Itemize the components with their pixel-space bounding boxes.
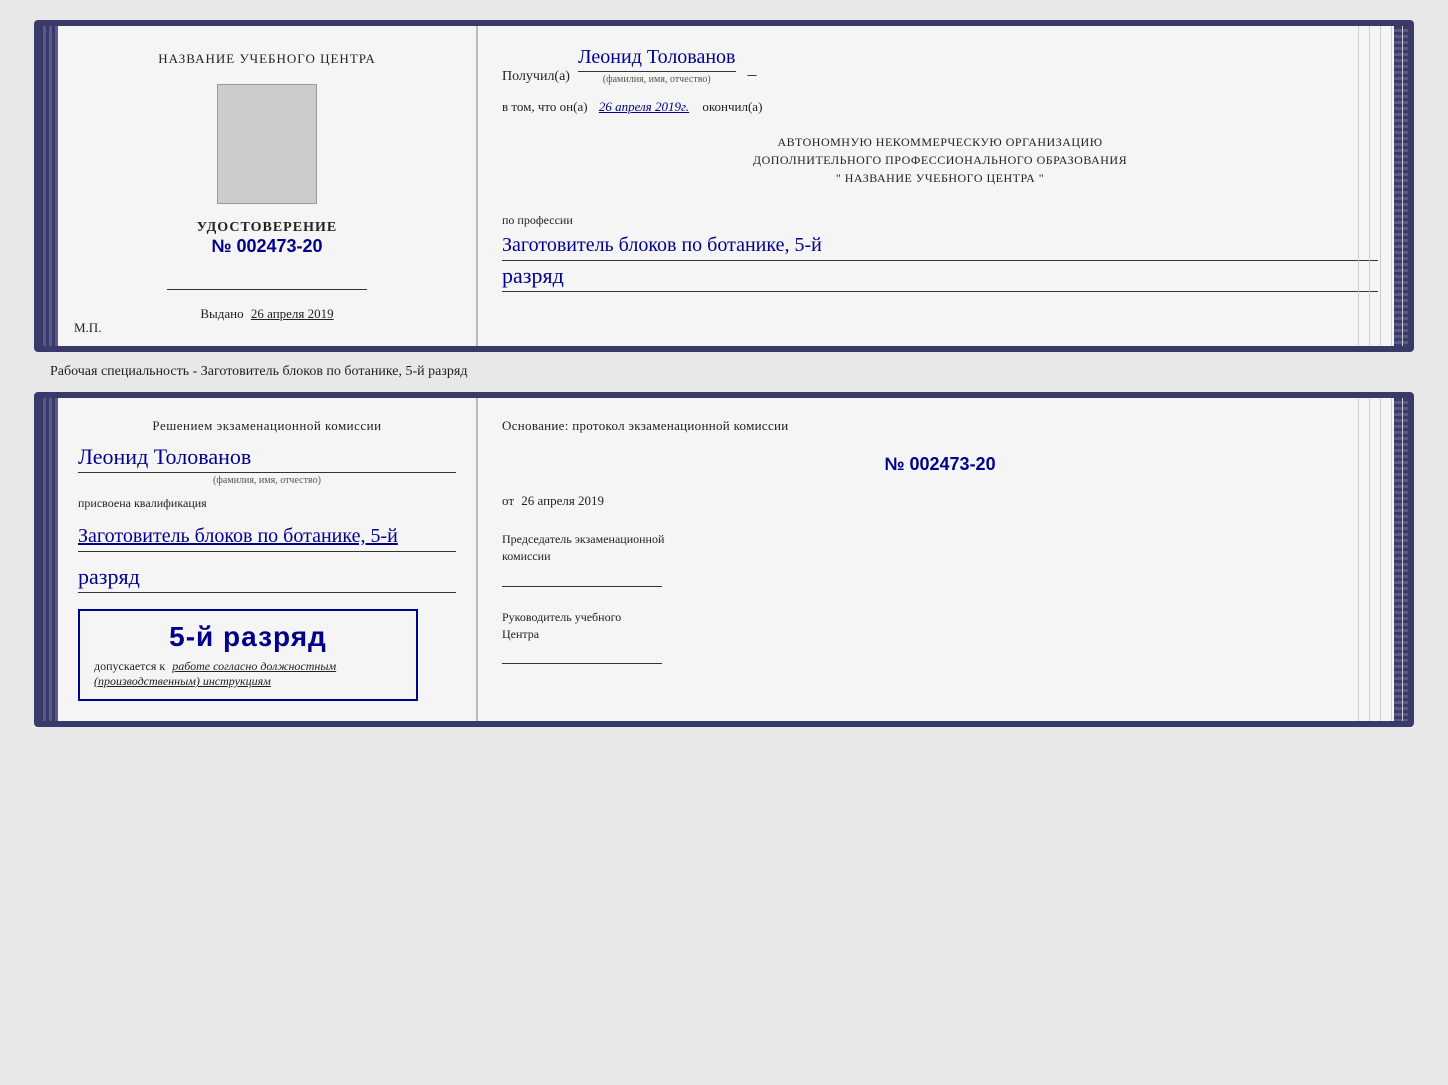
ot-date-value: 26 апреля 2019 [521, 493, 604, 508]
stamp-main: 5-й разряд [169, 621, 327, 653]
protocol-number-value: 002473-20 [910, 454, 996, 474]
caption-text: Рабочая специальность - Заготовитель бло… [20, 364, 467, 380]
protocol-number: № 002473-20 [502, 454, 1378, 475]
issued-date: 26 апреля 2019 [251, 306, 334, 321]
document-card-1: НАЗВАНИЕ УЧЕБНОГО ЦЕНТРА УДОСТОВЕРЕНИЕ №… [34, 20, 1414, 352]
recipient-line: Получил(а) Леонид Толованов (фамилия, им… [502, 46, 1378, 85]
card1-left-panel: НАЗВАНИЕ УЧЕБНОГО ЦЕНТРА УДОСТОВЕРЕНИЕ №… [58, 26, 478, 346]
chairman-block: Председатель экзаменационной комиссии [502, 531, 1378, 587]
spine-1 [40, 26, 58, 346]
qualification-text: присвоена квалификация [78, 496, 456, 511]
stamp-sub2: работе согласно должностным [172, 659, 336, 673]
profession-label: по профессии [502, 213, 1378, 228]
document-card-2: Решением экзаменационной комиссии Леонид… [34, 392, 1414, 727]
issued-line: Выдано 26 апреля 2019 [200, 306, 333, 322]
org-line1: АВТОНОМНУЮ НЕКОММЕРЧЕСКУЮ ОРГАНИЗАЦИЮ [502, 133, 1378, 151]
profession-handwritten: Заготовитель блоков по ботанике, 5-й [502, 232, 1378, 261]
stamp-sub1: допускается к [94, 659, 165, 673]
head-block: Руководитель учебного Центра [502, 609, 1378, 665]
head-line2: Центра [502, 627, 539, 641]
head-line1: Руководитель учебного [502, 610, 621, 624]
razryad-handwritten-2: разряд [78, 564, 456, 593]
right-border-deco [1394, 26, 1408, 346]
head-sig-line [502, 648, 662, 664]
ot-date-line: от 26 апреля 2019 [502, 493, 1378, 509]
recipient-name: Леонид Толованов [578, 46, 736, 72]
stamp-box: 5-й разряд допускается к работе согласно… [78, 609, 418, 701]
cert-number-value: 002473-20 [236, 236, 322, 256]
head-label: Руководитель учебного Центра [502, 609, 1378, 643]
issued-label: Выдано [200, 306, 243, 321]
commission-title: Решением экзаменационной комиссии [78, 418, 456, 434]
stamp-sub: допускается к работе согласно должностны… [94, 659, 402, 689]
org-line2: ДОПОЛНИТЕЛЬНОГО ПРОФЕССИОНАЛЬНОГО ОБРАЗО… [502, 151, 1378, 169]
org-line3: " НАЗВАНИЕ УЧЕБНОГО ЦЕНТРА " [502, 169, 1378, 187]
cert-number-prefix: № [211, 236, 231, 256]
received-label: Получил(а) [502, 69, 570, 85]
chairman-label: Председатель экзаменационной комиссии [502, 531, 1378, 565]
date-line: в том, что он(а) 26 апреля 2019г. окончи… [502, 99, 1378, 115]
finished-label: окончил(а) [702, 99, 762, 114]
spine-2 [40, 398, 58, 721]
osnov-label: Основание: протокол экзаменационной коми… [502, 418, 1378, 434]
cert-title: УДОСТОВЕРЕНИЕ [197, 220, 337, 236]
cert-number: № 002473-20 [197, 236, 337, 257]
chairman-sig-line [502, 571, 662, 587]
mp-label: М.П. [74, 320, 101, 336]
date-handwritten: 26 апреля 2019г. [599, 99, 689, 114]
razryad-handwritten: разряд [502, 263, 1378, 292]
qualification-handwritten: Заготовитель блоков по ботанике, 5-й [78, 523, 456, 552]
right-border-deco-2 [1394, 398, 1408, 721]
card1-center-title: НАЗВАНИЕ УЧЕБНОГО ЦЕНТРА [158, 50, 375, 68]
chairman-line2: комиссии [502, 549, 551, 563]
card2-right-panel: Основание: протокол экзаменационной коми… [478, 398, 1408, 721]
name-hint-2: (фамилия, имя, отчество) [78, 475, 456, 486]
name-hint-1: (фамилия, имя, отчество) [578, 74, 736, 85]
chairman-line1: Председатель экзаменационной [502, 532, 664, 546]
org-block: АВТОНОМНУЮ НЕКОММЕРЧЕСКУЮ ОРГАНИЗАЦИЮ ДО… [502, 133, 1378, 187]
stamp-sub3: (производственным) инструкциям [94, 674, 271, 688]
card2-left-panel: Решением экзаменационной комиссии Леонид… [58, 398, 478, 721]
ot-label: от [502, 493, 514, 508]
name-handwritten-large: Леонид Толованов [78, 444, 456, 473]
cert-number-section: УДОСТОВЕРЕНИЕ № 002473-20 [197, 220, 337, 257]
protocol-prefix: № [884, 454, 904, 474]
in-that-label: в том, что он(а) [502, 99, 588, 114]
card1-right-panel: Получил(а) Леонид Толованов (фамилия, им… [478, 26, 1408, 346]
photo-placeholder [217, 84, 317, 204]
